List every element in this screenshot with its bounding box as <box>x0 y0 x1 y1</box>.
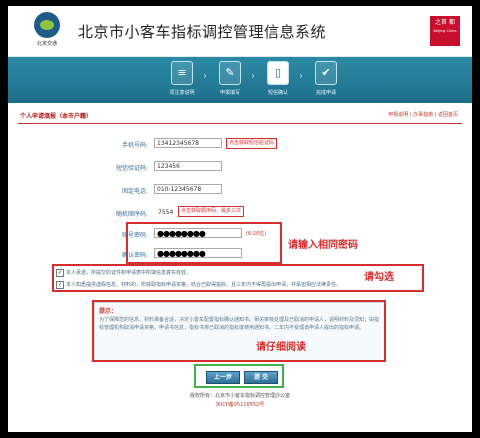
step-label: 须注意说明 <box>169 90 195 96</box>
document-icon: ≡ <box>171 61 193 85</box>
callout-check: 请勾选 <box>364 272 394 283</box>
progress-steps-band: ≡ 须注意说明 › ✎ 申报填写 › ▯ 短信确认 › ✔ 完成申请 <box>8 57 472 103</box>
fixed-phone-input[interactable]: 010-12345678 <box>154 184 222 194</box>
confirm-password-label: 确认密码: <box>121 252 148 259</box>
random-code-label: 随机顺序码: <box>115 211 148 218</box>
system-title: 北京市小客车指标调控管理信息系统 <box>78 23 327 41</box>
link-guide[interactable]: 办事指南 <box>413 112 433 118</box>
fixed-phone-label: 固定电话: <box>121 188 148 195</box>
capital-stamp-logo: 之首 都 Beijing China <box>430 16 460 46</box>
stamp-text: 之首 都 <box>435 19 455 26</box>
phone-input[interactable]: 13412345678 <box>154 138 222 148</box>
password-dots: ●●●●●●●● <box>157 249 206 258</box>
password-dots: ●●●●●●●● <box>157 229 206 238</box>
password-length-hint: (6-20位) <box>246 231 267 237</box>
panel-title: 个人申请填报（本市户籍） <box>20 113 93 120</box>
agreement-text-1: 本人承诺，所提交的证件和申请表中所填信息真实有效。 <box>66 270 192 276</box>
button-highlight-box: 上一步 提 交 <box>194 364 284 388</box>
account-password-label: 账号密码: <box>121 232 148 239</box>
link-declare-info[interactable]: 申报说明 <box>388 112 408 118</box>
random-code-value: 7554 <box>158 209 174 216</box>
phone-label: 手机号码: <box>121 142 148 149</box>
step-label: 完成申请 <box>315 90 336 96</box>
submit-button[interactable]: 提 交 <box>244 371 278 384</box>
callout-read-carefully: 请仔细阅读 <box>256 342 306 353</box>
app-window: 北京交通 北京市小客车指标调控管理信息系统 之首 都 Beijing China… <box>8 6 472 432</box>
tips-highlight-box <box>92 300 386 362</box>
footer-copyright: 版权所有：北京市小客车指标调控管理办公室 <box>189 393 290 399</box>
agreement-checkbox-2[interactable]: ✓ <box>56 281 64 289</box>
checkmark-icon: ✔ <box>315 61 337 85</box>
confirm-password-input[interactable]: ●●●●●●●● <box>154 248 242 258</box>
get-random-code-button[interactable]: 点击获取顺序码，最多三次 <box>178 206 245 217</box>
account-password-input[interactable]: ●●●●●●●● <box>154 228 242 238</box>
step-label: 短信确认 <box>267 90 288 96</box>
logo-caption: 北京交通 <box>36 41 57 47</box>
step-label: 申报填写 <box>219 90 240 96</box>
beijing-traffic-logo: 北京交通 <box>30 12 64 52</box>
agreement-checkbox-1[interactable]: ✓ <box>56 269 64 277</box>
form-edit-icon: ✎ <box>219 61 241 85</box>
step-fill-form: ✎ 申报填写 <box>214 61 246 101</box>
step-arrow-icon: › <box>203 71 207 82</box>
sms-code-input[interactable]: 123456 <box>154 161 222 171</box>
prev-step-button[interactable]: 上一步 <box>206 371 240 384</box>
logo-emblem-icon <box>34 12 60 38</box>
step-notice: ≡ 须注意说明 <box>166 61 198 101</box>
callout-same-password: 请输入相同密码 <box>288 240 358 251</box>
step-sms-confirm: ▯ 短信确认 <box>262 61 294 101</box>
get-sms-code-button[interactable]: 点击获取短信验证码 <box>226 138 278 149</box>
agreement-text-2: 本人知悉提供虚假信息、材料的，所获取指标申请资格，结合已取得指标，且三年内不得再… <box>66 282 342 288</box>
footer-icp[interactable]: 京ICP备05116552号 <box>8 401 472 410</box>
sms-code-label: 短信验证码: <box>115 165 148 172</box>
panel-links: 申报说明 | 办事指南 | 返回首页 <box>388 112 458 118</box>
site-header: 北京交通 北京市小客车指标调控管理信息系统 之首 都 Beijing China <box>8 6 472 57</box>
panel-header: 个人申请填报（本市户籍） 申报说明 | 办事指南 | 返回首页 <box>18 111 462 124</box>
step-arrow-icon: › <box>299 71 303 82</box>
page-footer: 版权所有：北京市小客车指标调控管理办公室 京ICP备05116552号 <box>8 392 472 410</box>
step-arrow-icon: › <box>251 71 255 82</box>
stamp-subtext: Beijing China <box>433 29 457 33</box>
link-home[interactable]: 返回首页 <box>438 112 458 118</box>
step-complete: ✔ 完成申请 <box>310 61 342 101</box>
mobile-phone-icon: ▯ <box>267 61 289 85</box>
